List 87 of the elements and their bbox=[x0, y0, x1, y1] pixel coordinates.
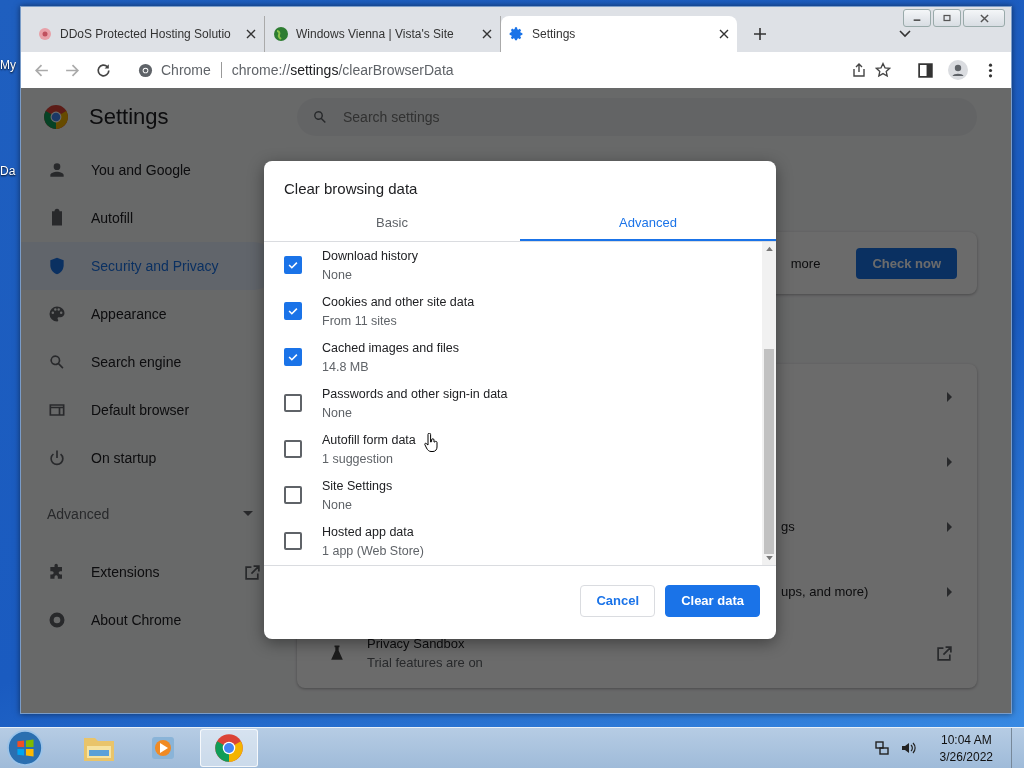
page-title: Settings bbox=[89, 104, 169, 130]
option-label: Cookies and other site data bbox=[322, 294, 475, 309]
checkbox[interactable] bbox=[284, 348, 302, 366]
star-icon[interactable] bbox=[875, 62, 891, 78]
checkbox[interactable] bbox=[284, 394, 302, 412]
close-icon bbox=[978, 13, 990, 23]
option-detail: 1 app (Web Store) bbox=[322, 543, 424, 558]
profile-icon[interactable] bbox=[948, 60, 968, 80]
option-label: Passwords and other sign-in data bbox=[322, 386, 508, 401]
checkbox[interactable] bbox=[284, 532, 302, 550]
hand-cursor-icon bbox=[424, 433, 438, 453]
close-icon[interactable] bbox=[719, 29, 729, 39]
row-title: Privacy Sandbox bbox=[367, 636, 466, 651]
clear-data-button[interactable]: Clear data bbox=[665, 584, 760, 617]
desktop-icon-label[interactable]: My bbox=[0, 58, 16, 72]
power-icon bbox=[47, 448, 67, 468]
media-player-icon bbox=[149, 734, 177, 762]
option-detail: None bbox=[322, 267, 353, 282]
caret-icon bbox=[243, 511, 253, 517]
option-detail: 14.8 MB bbox=[322, 359, 370, 374]
chevron-icon[interactable] bbox=[947, 456, 953, 467]
globe-icon bbox=[273, 26, 289, 42]
scroll-up-icon[interactable] bbox=[765, 246, 773, 251]
option-label: Download history bbox=[322, 248, 418, 263]
sidebar-item[interactable]: Appearance bbox=[21, 290, 277, 338]
sidebar-item[interactable]: Extensions bbox=[21, 548, 277, 596]
row-text: ups, and more) bbox=[781, 584, 869, 599]
check-now-button[interactable]: Check now bbox=[856, 247, 957, 279]
chevron-icon[interactable] bbox=[947, 586, 953, 597]
palette-icon bbox=[47, 304, 67, 324]
scrollbar[interactable] bbox=[762, 242, 776, 565]
cancel-button[interactable]: Cancel bbox=[580, 584, 656, 617]
maximize-button[interactable] bbox=[933, 9, 961, 27]
chrome-icon bbox=[138, 62, 153, 78]
option-label: Site Settings bbox=[322, 478, 393, 493]
taskbar-app[interactable] bbox=[200, 729, 258, 767]
close-icon[interactable] bbox=[246, 29, 256, 39]
checkbox[interactable] bbox=[284, 302, 302, 320]
sidebar-item[interactable]: Search engine bbox=[21, 338, 277, 386]
site-label: Chrome bbox=[161, 62, 211, 78]
chrome-logo-icon bbox=[43, 104, 69, 130]
share-icon[interactable] bbox=[851, 62, 867, 78]
row-subtitle: Trial features are on bbox=[367, 655, 484, 670]
new-tab-icon[interactable] bbox=[753, 27, 767, 41]
advanced-section[interactable]: Advanced bbox=[21, 482, 277, 546]
chrome-icon bbox=[47, 610, 67, 630]
sidebar-item[interactable]: Default browser bbox=[21, 386, 277, 434]
dialog-tab[interactable]: Advanced bbox=[520, 207, 776, 241]
checkbox[interactable] bbox=[284, 440, 302, 458]
sidebar-item[interactable]: About Chrome bbox=[21, 596, 277, 644]
flower-icon bbox=[37, 26, 53, 42]
external-link-icon[interactable] bbox=[936, 644, 953, 662]
chrome-icon bbox=[214, 733, 244, 763]
clock-time[interactable]: 10:04 AM bbox=[940, 732, 992, 747]
chevron-icon[interactable] bbox=[947, 391, 953, 402]
desktop-icon-label[interactable]: Da bbox=[0, 164, 16, 178]
side-panel-icon[interactable] bbox=[917, 61, 934, 79]
clock-date[interactable]: 3/26/2022 bbox=[939, 749, 993, 764]
sidebar-item[interactable]: You and Google bbox=[21, 146, 277, 194]
maximize-icon bbox=[942, 14, 952, 22]
shield-icon bbox=[47, 256, 67, 276]
chevron-icon[interactable] bbox=[947, 521, 953, 532]
option-detail: None bbox=[322, 405, 353, 420]
option-detail: From 11 sites bbox=[322, 313, 398, 328]
dropdown-icon[interactable] bbox=[899, 30, 911, 38]
scroll-down-icon[interactable] bbox=[765, 556, 773, 561]
browser-tab[interactable]: Settings bbox=[501, 16, 737, 52]
network-icon[interactable] bbox=[873, 740, 890, 756]
option-label: Hosted app data bbox=[322, 524, 415, 539]
person-icon bbox=[47, 160, 67, 180]
url-text: chrome://settings/clearBrowserData bbox=[231, 62, 454, 78]
sidebar-item[interactable]: On startup bbox=[21, 434, 277, 482]
option-detail: 1 suggestion bbox=[322, 451, 394, 466]
close-button[interactable] bbox=[963, 9, 1005, 27]
start-button[interactable] bbox=[6, 729, 44, 767]
dialog-title: Clear browsing data bbox=[283, 179, 419, 199]
checkbox[interactable] bbox=[284, 256, 302, 274]
gear-icon bbox=[509, 26, 525, 42]
close-icon[interactable] bbox=[482, 29, 492, 39]
card-text: more bbox=[790, 255, 821, 271]
checkbox[interactable] bbox=[284, 486, 302, 504]
volume-icon[interactable] bbox=[899, 740, 916, 756]
option-detail: None bbox=[322, 497, 353, 512]
row-text: gs bbox=[781, 519, 795, 534]
reload-icon[interactable] bbox=[95, 61, 112, 79]
option-label: Cached images and files bbox=[322, 340, 459, 355]
option-label: Autofill form data bbox=[322, 432, 416, 447]
